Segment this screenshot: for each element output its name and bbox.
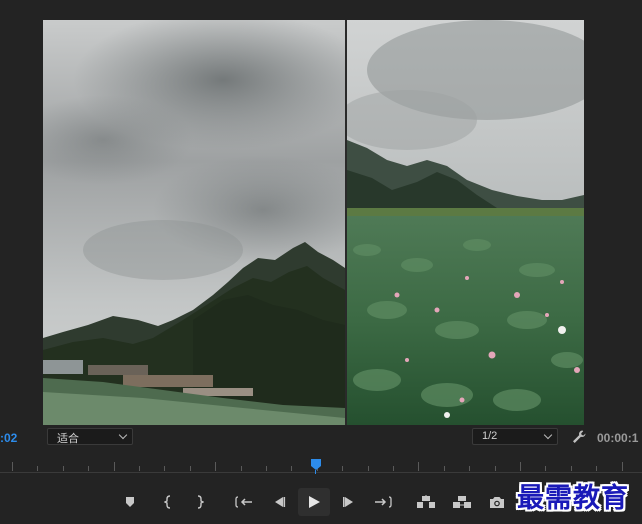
step-forward-icon	[343, 497, 353, 507]
ruler-tick	[520, 462, 521, 471]
mark-in-button[interactable]	[159, 488, 177, 516]
ruler-baseline	[0, 472, 642, 473]
ruler-tick	[545, 466, 546, 471]
duration-timecode: 00:00:1	[597, 431, 639, 445]
ruler-tick	[215, 462, 216, 471]
chevron-down-icon	[543, 430, 553, 440]
zoom-fit-value: 适合	[57, 433, 79, 445]
go-to-in-button[interactable]	[233, 488, 255, 516]
playback-resolution-dropdown[interactable]: 1/2	[472, 428, 558, 445]
step-back-button[interactable]	[269, 488, 289, 516]
lift-button[interactable]	[414, 488, 438, 516]
playhead-timecode[interactable]: :02	[0, 431, 17, 445]
ruler-tick	[368, 466, 369, 471]
extract-icon	[453, 496, 471, 508]
play-icon	[309, 496, 320, 508]
ruler-tick	[393, 466, 394, 471]
ruler-tick	[596, 466, 597, 471]
step-forward-button[interactable]	[339, 488, 359, 516]
ruler-tick	[139, 466, 140, 471]
ruler-tick	[241, 466, 242, 471]
mark-in-icon	[164, 495, 171, 509]
lift-icon	[417, 495, 435, 508]
ruler-tick	[190, 466, 191, 471]
play-button[interactable]	[298, 488, 330, 516]
export-frame-button[interactable]	[486, 488, 508, 516]
ruler-tick	[469, 466, 470, 471]
ruler-tick	[291, 466, 292, 471]
go-to-out-button[interactable]	[372, 488, 394, 516]
extract-button[interactable]	[450, 488, 474, 516]
wrench-icon[interactable]	[571, 429, 587, 445]
go-to-out-icon	[375, 496, 392, 508]
mark-out-button[interactable]	[191, 488, 209, 516]
chevron-down-icon	[118, 430, 128, 440]
mark-out-icon	[197, 495, 204, 509]
ruler-tick	[37, 466, 38, 471]
ruler-tick	[164, 466, 165, 471]
ruler-tick	[571, 466, 572, 471]
ruler-tick	[342, 466, 343, 471]
zoom-fit-dropdown[interactable]: 适合	[47, 428, 133, 445]
left-clip-image	[43, 20, 345, 425]
marker-icon	[126, 497, 134, 507]
playback-resolution-value: 1/2	[482, 430, 498, 442]
ruler-tick	[495, 466, 496, 471]
ruler-tick	[266, 466, 267, 471]
playhead-marker[interactable]	[311, 459, 321, 470]
ruler-tick	[418, 462, 419, 471]
add-marker-button[interactable]	[121, 488, 139, 516]
ruler-tick	[114, 462, 115, 471]
playhead-line	[315, 470, 316, 474]
video-frame	[43, 20, 584, 425]
program-monitor	[0, 0, 642, 430]
step-back-icon	[275, 497, 286, 507]
ruler-tick	[12, 462, 13, 471]
watermark-text: 最需教育	[517, 483, 629, 514]
ruler-tick	[444, 466, 445, 471]
ruler-tick	[63, 466, 64, 471]
camera-icon	[490, 496, 504, 508]
time-ruler[interactable]	[0, 456, 642, 474]
right-clip-image	[347, 20, 584, 425]
ruler-tick	[622, 462, 623, 471]
ruler-tick	[88, 466, 89, 471]
monitor-controls-row: :02 适合 1/2 00:00:1	[0, 428, 642, 448]
go-to-in-icon	[235, 496, 252, 508]
